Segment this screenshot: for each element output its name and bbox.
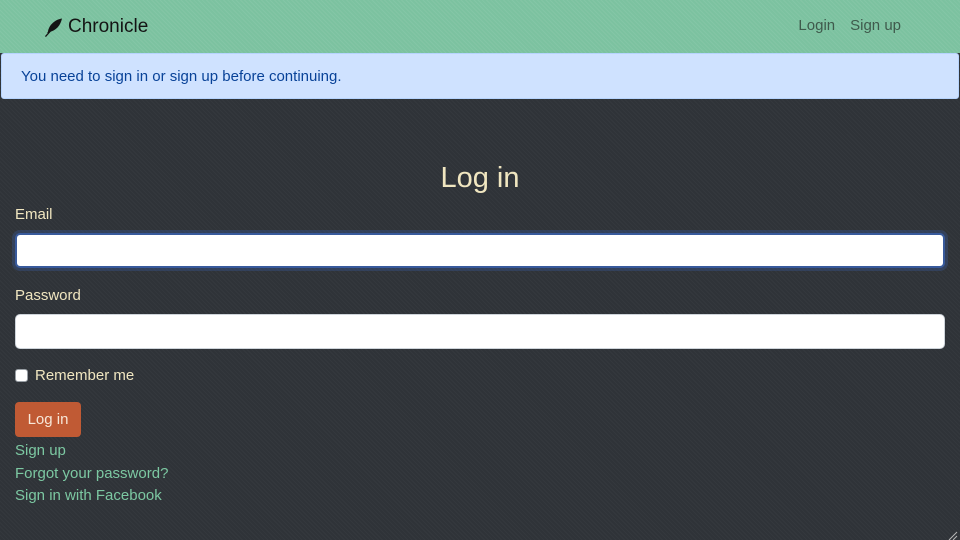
signup-link[interactable]: Sign up <box>15 440 168 463</box>
resize-grip-icon[interactable] <box>948 528 958 540</box>
auth-links: Sign up Forgot your password? Sign in wi… <box>15 440 168 508</box>
password-field[interactable] <box>15 314 945 349</box>
brand-name: Chronicle <box>68 16 149 37</box>
login-button[interactable]: Log in <box>15 402 81 437</box>
feather-icon <box>44 17 64 37</box>
nav-login-link[interactable]: Login <box>798 17 835 34</box>
brand-link[interactable]: Chronicle <box>44 14 148 40</box>
remember-me-label: Remember me <box>35 367 135 384</box>
email-label: Email <box>15 206 53 223</box>
forgot-password-link[interactable]: Forgot your password? <box>15 463 168 486</box>
navbar: Chronicle Login Sign up <box>0 0 960 53</box>
remember-me-row: Remember me <box>15 367 134 384</box>
nav-links: Login Sign up <box>798 17 901 34</box>
facebook-signin-link[interactable]: Sign in with Facebook <box>15 485 168 508</box>
page-title: Log in <box>440 162 520 194</box>
nav-signup-link[interactable]: Sign up <box>850 17 901 34</box>
email-field[interactable] <box>15 233 945 268</box>
password-label: Password <box>15 287 81 304</box>
remember-me-checkbox[interactable] <box>15 369 28 382</box>
info-alert: You need to sign in or sign up before co… <box>1 53 959 99</box>
